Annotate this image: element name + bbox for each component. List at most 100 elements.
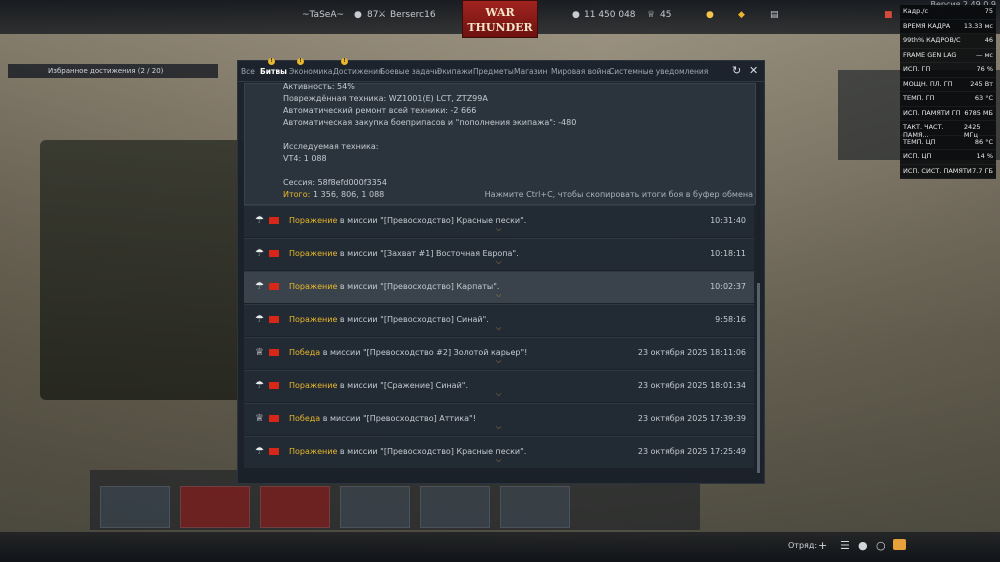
tab-1[interactable]: Битвы [260, 67, 287, 76]
tab-3[interactable]: Достижения [333, 67, 382, 76]
player-name[interactable]: Berserc16 [390, 10, 436, 20]
tab-6[interactable]: Предметы [473, 67, 514, 76]
summary-resupply: Автоматическая закупка боеприпасов и "по… [283, 118, 577, 127]
tab-2[interactable]: Экономика [289, 67, 333, 76]
tickets-icon[interactable]: ▤ [770, 10, 779, 20]
game-logo[interactable]: WAR THUNDER [462, 0, 538, 38]
battle-mission: "[Превосходство] Карпаты". [380, 282, 500, 291]
performance-overlay: Кадр./с 75 ВРЕМЯ КАДРА 13.33 мс 99th% КАДРОВ… [900, 5, 996, 179]
battle-mid: в миссии [320, 348, 363, 357]
perf-value: 2425 МГц [963, 123, 981, 139]
summary-activity: Активность: 54% [283, 82, 355, 91]
clan-tag[interactable]: ~TaSeA~ [302, 10, 344, 20]
battle-description: Победа в миссии "[Превосходство] Аттика"… [289, 414, 476, 423]
perf-row: FRAME GEN LAG — мс [900, 49, 996, 63]
battle-description: Поражение в миссии "[Сражение] Синай". [289, 381, 468, 390]
battle-mid: в миссии [337, 249, 381, 258]
golden-eagles-icon: ♕ [647, 10, 656, 20]
battle-description: Поражение в миссии "[Превосходство] Крас… [289, 216, 526, 225]
notification-badge-icon: ! [268, 58, 275, 65]
battle-time: 10:02:37 [710, 282, 746, 291]
battle-mid: в миссии [337, 216, 381, 225]
expand-chevron-icon[interactable]: ⌵ [496, 390, 501, 399]
parachute-icon: ☂ [255, 380, 264, 391]
scrollbar-thumb[interactable] [757, 283, 760, 473]
battle-result: Победа [289, 348, 321, 357]
vehicle-slot[interactable] [420, 486, 490, 528]
expand-chevron-icon[interactable]: ⌵ [496, 456, 501, 465]
expand-chevron-icon[interactable]: ⌵ [496, 423, 501, 432]
close-icon[interactable]: ✕ [749, 64, 758, 77]
battle-entry[interactable]: ☂ Поражение в миссии "[Сражение] Синай". 2… [244, 370, 754, 402]
contacts-icon[interactable]: ● [858, 539, 868, 552]
battle-entry[interactable]: ♕ Победа в миссии "[Превосходство] Аттика… [244, 403, 754, 435]
battle-mid: в миссии [337, 315, 381, 324]
perf-key: МОЩН. ПЛ. ГП [903, 79, 953, 88]
vehicle-slot[interactable] [260, 486, 330, 528]
vehicle-slot[interactable] [500, 486, 570, 528]
favorite-achievements-header[interactable]: Избранное достижения (2 / 20) [8, 64, 218, 78]
battle-entry[interactable]: ☂ Поражение в миссии "[Превосходство] Кра… [244, 205, 754, 237]
battle-result: Поражение [289, 249, 338, 258]
tab-4[interactable]: Боевые задачи [380, 67, 439, 76]
perf-key: ТЕМП. ЦП [903, 137, 936, 146]
mail-icon[interactable] [893, 539, 906, 550]
battle-mission: "[Превосходство] Синай". [380, 315, 489, 324]
expand-chevron-icon[interactable]: ⌵ [496, 324, 501, 333]
perf-row: ИСП. ГП 76 % [900, 63, 996, 78]
bottom-bar: Отряд: + ☰ ● ○ [0, 532, 1000, 562]
battle-description: Поражение в миссии "[Превосходство] Крас… [289, 447, 526, 456]
vehicle-slot[interactable] [180, 486, 250, 528]
vehicle-slot[interactable] [340, 486, 410, 528]
perf-value: 13.33 мс [963, 21, 993, 30]
battle-mid: в миссии [337, 447, 381, 456]
refresh-icon[interactable]: ↻ [732, 64, 741, 77]
battle-entry[interactable]: ☂ Поражение в миссии "[Захват #1] Восточн… [244, 238, 754, 270]
battle-time: 9:58:16 [715, 315, 746, 324]
shop-cart-icon[interactable]: ■ [884, 10, 893, 20]
trophy-icon: ♕ [255, 347, 264, 358]
expand-chevron-icon[interactable]: ⌵ [496, 291, 501, 300]
perf-value: 46 [984, 36, 993, 44]
chat-icon[interactable]: ○ [876, 539, 886, 552]
list-icon[interactable]: ☰ [840, 539, 850, 552]
parachute-icon: ☂ [255, 314, 264, 325]
tab-9[interactable]: Системные уведомления [609, 67, 708, 76]
tab-5[interactable]: Экипажи [437, 67, 473, 76]
battle-time: 23 октября 2025 17:39:39 [637, 414, 746, 423]
premium-icon[interactable]: ◆ [738, 10, 745, 20]
perf-key: ИСП. ЦП [903, 152, 932, 160]
perf-row: ИСП. СИСТ. ПАМЯТИ 7.7 ГБ [900, 165, 996, 179]
tab-0[interactable]: Все [241, 67, 255, 76]
perf-key: FRAME GEN LAG [903, 50, 957, 59]
expand-chevron-icon[interactable]: ⌵ [496, 258, 501, 267]
top-bar: ~TaSeA~ ● 87 ⚔ Berserc16 ● 11 450 048 ♕ … [0, 0, 1000, 38]
battle-time: 23 октября 2025 18:01:34 [637, 381, 746, 390]
perf-row: ИСП. ЦП 14 % [900, 150, 996, 165]
expand-chevron-icon[interactable]: ⌵ [496, 357, 501, 366]
perf-row: МОЩН. ПЛ. ГП 245 Вт [900, 78, 996, 92]
battle-entry[interactable]: ☂ Поражение в миссии "[Превосходство] Син… [244, 304, 754, 336]
expand-chevron-icon[interactable]: ⌵ [496, 225, 501, 234]
battle-entry[interactable]: ☂ Поражение в миссии "[Превосходство] Кар… [244, 271, 754, 303]
lightbulb-icon[interactable]: ● [706, 10, 714, 20]
tab-8[interactable]: Мировая война [551, 67, 611, 76]
perf-key: ИСП. ПАМЯТИ ГП [903, 108, 961, 117]
battle-result: Победа [289, 414, 321, 423]
perf-key: ТЕМП. ГП [903, 94, 935, 102]
china-flag-icon [269, 382, 279, 389]
battle-time: 10:18:11 [710, 249, 746, 258]
scrollbar[interactable] [757, 83, 760, 479]
add-squad-icon[interactable]: + [818, 539, 827, 552]
battle-mission: "[Превосходство] Красные пески". [380, 216, 527, 225]
parachute-icon: ☂ [255, 446, 264, 457]
battle-result: Поражение [289, 381, 338, 390]
tab-7[interactable]: Магазин [514, 67, 547, 76]
perf-key: ИСП. ГП [903, 65, 931, 73]
battle-summary: Активность: 54% Повреждённая техника: WZ… [244, 82, 756, 205]
battle-entry[interactable]: ☂ Поражение в миссии "[Превосходство] Кра… [244, 436, 754, 468]
battle-entry[interactable]: ♕ Победа в миссии "[Превосходство #2] Зол… [244, 337, 754, 369]
parachute-icon: ☂ [255, 215, 264, 226]
battle-result: Поражение [289, 315, 338, 324]
vehicle-slot[interactable] [100, 486, 170, 528]
